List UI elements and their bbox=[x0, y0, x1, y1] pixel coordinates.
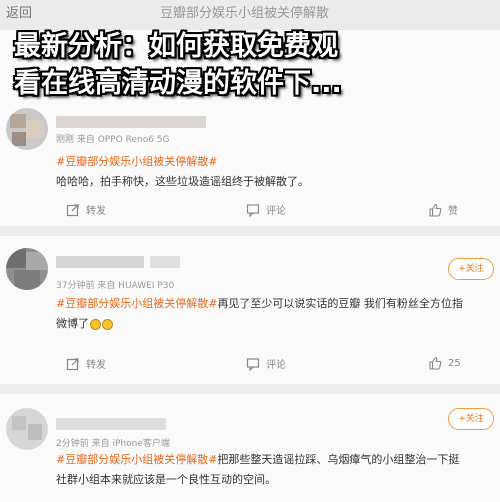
post-separator bbox=[0, 384, 500, 394]
post-text: 再见了至少可以说实话的豆瓣 我们有粉丝全方位指 bbox=[217, 297, 463, 310]
avatar[interactable] bbox=[6, 408, 48, 450]
repost-button[interactable]: 转发 bbox=[66, 202, 106, 217]
post-content: #豆瓣部分娱乐小组被关停解散# 哈哈哈，拍手称快，这些垃圾造谣组终于被解散了。 bbox=[56, 152, 500, 192]
avatar[interactable] bbox=[6, 248, 48, 290]
comment-label: 评论 bbox=[266, 206, 286, 217]
repost-label: 转发 bbox=[86, 206, 106, 217]
username-blurred[interactable] bbox=[56, 418, 166, 430]
post-content: #豆瓣部分娱乐小组被关停解散#把那些整天造谣拉踩、乌烟瘴气的小组整治一下挺 社群… bbox=[56, 450, 500, 490]
top-nav-bar: 返回 豆瓣部分娱乐小组被关停解散 bbox=[0, 0, 500, 30]
thumbs-up-icon bbox=[429, 356, 442, 370]
follow-button[interactable]: +关注 bbox=[448, 408, 494, 430]
post-card: 2分钟前 来自 iPhone客户端 +关注 #豆瓣部分娱乐小组被关停解散#把那些… bbox=[0, 394, 500, 502]
username-blurred[interactable] bbox=[56, 256, 144, 268]
avatar[interactable] bbox=[6, 108, 48, 150]
post-text-continued: 社群小组本来就应该是一个良性互动的空间。 bbox=[56, 473, 276, 486]
post-content: #豆瓣部分娱乐小组被关停解散#再见了至少可以说实话的豆瓣 我们有粉丝全方位指 微… bbox=[56, 294, 500, 334]
headline-line-1: 最新分析：如何获取免费观 bbox=[14, 31, 338, 62]
post-actions: 转发 评论 赞 bbox=[0, 202, 500, 222]
post-actions: 转发 评论 25 bbox=[0, 356, 500, 376]
like-button[interactable]: 赞 bbox=[428, 202, 458, 217]
post-text: 把那些整天造谣拉踩、乌烟瘴气的小组整治一下挺 bbox=[217, 453, 460, 466]
topic-tag[interactable]: #豆瓣部分娱乐小组被关停解散# bbox=[56, 453, 217, 466]
comment-button[interactable]: 评论 bbox=[246, 356, 286, 371]
headline-overlay: 最新分析：如何获取免费观 看在线高清动漫的软件下... bbox=[14, 28, 494, 102]
repost-icon bbox=[66, 203, 79, 216]
emoji-icon bbox=[102, 318, 113, 330]
topic-tag[interactable]: #豆瓣部分娱乐小组被关停解散# bbox=[56, 155, 217, 168]
post-card: 37分钟前 来自 HUAWEI P30 +关注 #豆瓣部分娱乐小组被关停解散#再… bbox=[0, 236, 500, 384]
like-count: 25 bbox=[448, 357, 461, 369]
post-meta: 2分钟前 来自 iPhone客户端 bbox=[56, 439, 170, 449]
emoji-icon bbox=[90, 318, 101, 330]
post-text: 哈哈哈，拍手称快，这些垃圾造谣组终于被解散了。 bbox=[56, 175, 309, 188]
thumbs-up-icon bbox=[429, 203, 442, 217]
headline-line-2: 看在线高清动漫的软件下... bbox=[14, 68, 342, 99]
back-button[interactable]: 返回 bbox=[6, 2, 32, 21]
comment-label: 评论 bbox=[266, 360, 286, 371]
post-separator bbox=[0, 226, 500, 236]
post-text-continued: 微博了 bbox=[56, 317, 89, 330]
repost-button[interactable]: 转发 bbox=[66, 356, 106, 371]
repost-label: 转发 bbox=[86, 360, 106, 371]
like-count: 赞 bbox=[448, 206, 458, 217]
comment-icon bbox=[246, 203, 260, 217]
username-blurred-badge bbox=[150, 256, 180, 268]
nav-title: 豆瓣部分娱乐小组被关停解散 bbox=[160, 6, 330, 21]
topic-tag[interactable]: #豆瓣部分娱乐小组被关停解散# bbox=[56, 297, 217, 310]
post-meta: 刚刚 来自 OPPO Reno6 5G bbox=[56, 135, 170, 145]
repost-icon bbox=[66, 357, 79, 370]
post-meta: 37分钟前 来自 HUAWEI P30 bbox=[56, 281, 175, 291]
comment-button[interactable]: 评论 bbox=[246, 202, 286, 217]
follow-button[interactable]: +关注 bbox=[448, 258, 494, 280]
comment-icon bbox=[246, 357, 260, 371]
username-blurred[interactable] bbox=[56, 116, 206, 128]
like-button[interactable]: 25 bbox=[428, 356, 461, 370]
